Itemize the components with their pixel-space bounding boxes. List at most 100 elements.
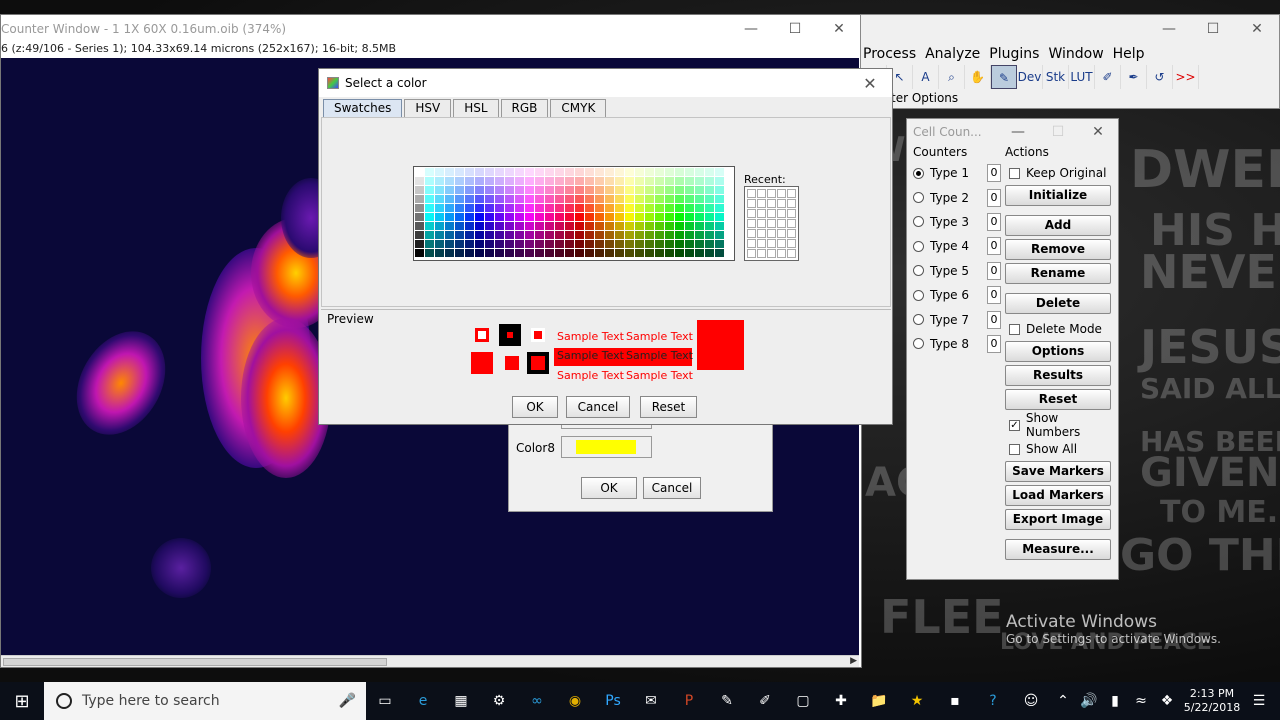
color-swatch[interactable] xyxy=(655,195,665,204)
color-swatch[interactable] xyxy=(605,195,615,204)
color-swatch[interactable] xyxy=(715,213,725,222)
color-swatch[interactable] xyxy=(495,168,505,177)
color-swatch[interactable] xyxy=(485,240,495,249)
color-swatch[interactable] xyxy=(425,213,435,222)
dropbox-icon[interactable]: ❖ xyxy=(1154,682,1180,720)
cancel-button[interactable]: Cancel xyxy=(566,396,630,418)
color-swatch[interactable] xyxy=(675,213,685,222)
color-swatch[interactable] xyxy=(635,249,645,258)
color-swatch[interactable] xyxy=(525,168,535,177)
color-swatch[interactable] xyxy=(675,222,685,231)
color-swatch[interactable] xyxy=(605,213,615,222)
color-swatch[interactable] xyxy=(445,177,455,186)
color-swatch[interactable] xyxy=(555,231,565,240)
color-swatch[interactable] xyxy=(475,177,485,186)
color-swatch[interactable] xyxy=(545,195,555,204)
color-swatch[interactable] xyxy=(705,222,715,231)
color-swatch[interactable] xyxy=(615,213,625,222)
menu-window[interactable]: Window xyxy=(1046,43,1110,65)
counter-type-6[interactable]: Type 6 0 xyxy=(913,283,1001,307)
color-swatch[interactable] xyxy=(525,249,535,258)
color-swatch[interactable] xyxy=(475,195,485,204)
color-swatch[interactable] xyxy=(615,168,625,177)
scrollbar-thumb[interactable] xyxy=(3,658,387,666)
color-swatch[interactable] xyxy=(575,213,585,222)
color-swatch[interactable] xyxy=(555,177,565,186)
color-swatch[interactable] xyxy=(535,240,545,249)
color-swatch[interactable] xyxy=(495,213,505,222)
counter-type-4[interactable]: Type 4 0 xyxy=(913,234,1001,258)
radio-button[interactable] xyxy=(913,265,924,277)
color-swatch[interactable] xyxy=(425,168,435,177)
color-swatch[interactable] xyxy=(575,249,585,258)
color-swatch[interactable] xyxy=(715,168,725,177)
color-swatch[interactable] xyxy=(645,213,655,222)
rename-button[interactable]: Rename xyxy=(1005,263,1111,284)
tab-swatches[interactable]: Swatches xyxy=(323,99,403,117)
counter-type-3[interactable]: Type 3 0 xyxy=(913,210,1001,234)
chevron-up-icon[interactable]: ⌃ xyxy=(1050,682,1076,720)
radio-button[interactable] xyxy=(913,167,924,179)
color-swatch[interactable] xyxy=(565,186,575,195)
color-swatch[interactable] xyxy=(415,195,425,204)
color-swatch[interactable] xyxy=(645,195,655,204)
color-swatch[interactable] xyxy=(475,168,485,177)
menu-plugins[interactable]: Plugins xyxy=(987,43,1046,65)
color-swatch[interactable] xyxy=(455,186,465,195)
color-swatch[interactable] xyxy=(635,186,645,195)
checkbox[interactable] xyxy=(1009,323,1020,335)
color-swatch[interactable] xyxy=(585,186,595,195)
export-image-button[interactable]: Export Image xyxy=(1005,509,1111,530)
color-swatch[interactable] xyxy=(595,195,605,204)
horizontal-scrollbar[interactable]: ▶ xyxy=(1,655,859,667)
recent-swatch[interactable] xyxy=(747,219,756,228)
people-icon[interactable]: ☺ xyxy=(1012,682,1050,720)
color-swatch[interactable] xyxy=(635,177,645,186)
color-swatch[interactable] xyxy=(555,186,565,195)
color-swatch[interactable] xyxy=(715,195,725,204)
menu-help[interactable]: Help xyxy=(1111,43,1152,65)
color-swatch[interactable] xyxy=(625,195,635,204)
help-icon[interactable]: ? xyxy=(974,682,1012,720)
folder-icon[interactable]: 📁 xyxy=(860,682,898,720)
color-swatch[interactable] xyxy=(595,186,605,195)
photoshop-icon[interactable]: Ps xyxy=(594,682,632,720)
color-swatch[interactable] xyxy=(525,195,535,204)
recent-swatch[interactable] xyxy=(787,249,796,258)
color-swatch[interactable] xyxy=(605,204,615,213)
color-swatch[interactable] xyxy=(435,231,445,240)
recent-swatch[interactable] xyxy=(777,199,786,208)
recent-swatch[interactable] xyxy=(777,209,786,218)
color-swatch[interactable] xyxy=(595,231,605,240)
show-numbers-checkbox[interactable]: ✓ Show Numbers xyxy=(1005,411,1115,439)
color-swatch[interactable] xyxy=(475,240,485,249)
flood-tool-icon[interactable]: ↺ xyxy=(1147,65,1173,89)
color-swatch[interactable] xyxy=(665,195,675,204)
color-swatch[interactable] xyxy=(585,177,595,186)
recent-swatch[interactable] xyxy=(747,189,756,198)
color-swatch[interactable] xyxy=(505,240,515,249)
color-swatch[interactable] xyxy=(585,168,595,177)
color-swatch[interactable] xyxy=(695,195,705,204)
color-swatch[interactable] xyxy=(695,231,705,240)
color-swatch[interactable] xyxy=(635,240,645,249)
color-swatch[interactable] xyxy=(665,168,675,177)
color-swatch[interactable] xyxy=(575,204,585,213)
color-swatch[interactable] xyxy=(615,177,625,186)
color-swatch[interactable] xyxy=(475,204,485,213)
color-swatch[interactable] xyxy=(505,231,515,240)
color-swatch[interactable] xyxy=(605,168,615,177)
color-swatch[interactable] xyxy=(645,231,655,240)
recent-swatch[interactable] xyxy=(767,219,776,228)
color-swatch[interactable] xyxy=(485,213,495,222)
close-icon[interactable]: ✕ xyxy=(817,21,861,37)
color-swatch[interactable] xyxy=(435,204,445,213)
color-swatch[interactable] xyxy=(545,168,555,177)
close-icon[interactable]: ✕ xyxy=(1235,15,1279,43)
color-swatch[interactable] xyxy=(445,222,455,231)
color-swatch[interactable] xyxy=(705,231,715,240)
minimize-icon[interactable]: — xyxy=(1147,15,1191,43)
color-swatch[interactable] xyxy=(665,249,675,258)
color-swatch[interactable] xyxy=(625,177,635,186)
color-swatch[interactable] xyxy=(495,195,505,204)
